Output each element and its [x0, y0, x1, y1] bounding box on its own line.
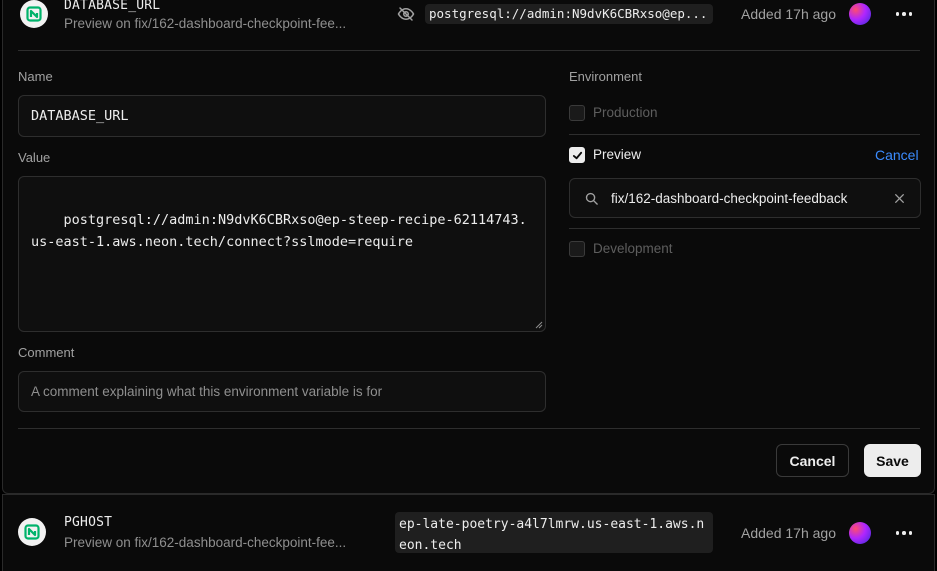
production-checkbox[interactable]	[569, 105, 585, 121]
divider	[18, 428, 920, 429]
more-horizontal-icon[interactable]	[892, 521, 916, 545]
preview-checkbox[interactable]	[569, 147, 585, 163]
env-var-scope: Preview on fix/162-dashboard-checkpoint-…	[64, 16, 347, 31]
value-text: postgresql://admin:N9dvK6CBRxso@ep-steep…	[31, 212, 527, 250]
close-icon[interactable]	[893, 192, 906, 205]
environment-label: Environment	[569, 69, 642, 84]
env-var-name: PGHOST	[64, 515, 113, 530]
env-var-value[interactable]: ep-late-poetry-a4l7lmrw.us-east-1.aws.ne…	[395, 512, 713, 553]
production-label: Production	[593, 105, 658, 120]
avatar	[849, 522, 871, 544]
search-icon	[585, 192, 598, 205]
env-var-summary-row[interactable]: PGHOST Preview on fix/162-dashboard-chec…	[2, 494, 935, 571]
added-timestamp: Added 17h ago	[741, 6, 836, 22]
env-var-name: DATABASE_URL	[64, 0, 161, 13]
env-var-edit-card: DATABASE_URL Preview on fix/162-dashboar…	[2, 0, 935, 494]
more-horizontal-icon[interactable]	[892, 2, 916, 26]
comment-placeholder: A comment explaining what this environme…	[31, 384, 383, 399]
comment-input[interactable]: A comment explaining what this environme…	[18, 371, 546, 412]
development-checkbox[interactable]	[569, 241, 585, 257]
added-timestamp: Added 17h ago	[741, 525, 836, 541]
neon-logo-icon	[20, 0, 48, 28]
check-icon	[572, 151, 582, 159]
save-button[interactable]: Save	[864, 444, 921, 477]
name-input[interactable]: DATABASE_URL	[18, 95, 546, 137]
value-textarea[interactable]: postgresql://admin:N9dvK6CBRxso@ep-steep…	[18, 176, 546, 332]
eye-off-icon[interactable]	[397, 5, 415, 28]
resize-handle-icon[interactable]	[535, 321, 543, 329]
divider	[569, 134, 920, 135]
branch-search-value: fix/162-dashboard-checkpoint-feedback	[611, 190, 848, 206]
env-var-scope: Preview on fix/162-dashboard-checkpoint-…	[64, 535, 347, 550]
env-var-value-preview[interactable]: postgresql://admin:N9dvK6CBRxso@ep...	[425, 4, 713, 24]
divider	[18, 50, 920, 51]
avatar	[849, 3, 871, 25]
comment-label: Comment	[18, 345, 75, 360]
divider	[569, 228, 920, 229]
value-label: Value	[18, 150, 51, 165]
env-var-summary-row[interactable]: DATABASE_URL Preview on fix/162-dashboar…	[3, 0, 934, 50]
neon-logo-icon	[18, 518, 46, 546]
cancel-branch-link[interactable]: Cancel	[875, 147, 919, 163]
cancel-button[interactable]: Cancel	[776, 444, 849, 477]
development-label: Development	[593, 241, 673, 256]
name-label: Name	[18, 69, 53, 84]
branch-search-input[interactable]: fix/162-dashboard-checkpoint-feedback	[569, 178, 921, 218]
preview-label: Preview	[593, 147, 642, 162]
